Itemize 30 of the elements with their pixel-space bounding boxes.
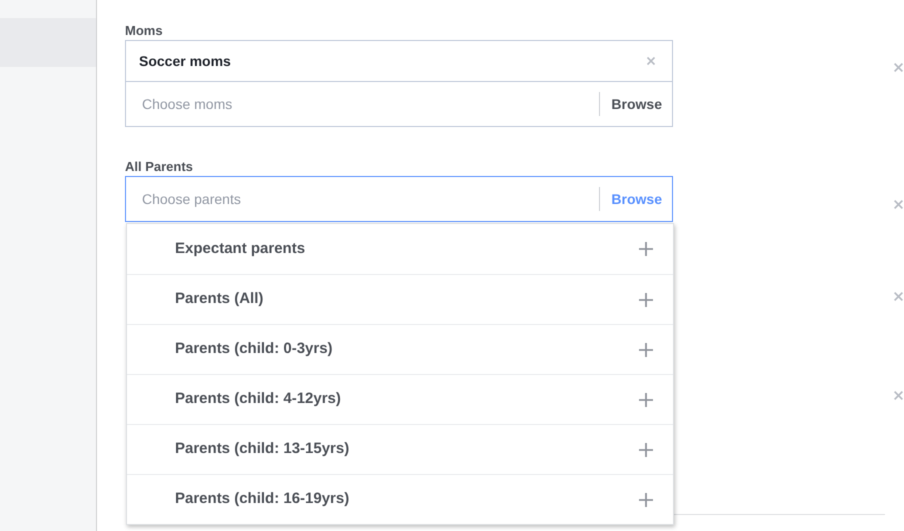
dropdown-item[interactable]: Parents (child: 4-12yrs) [127, 374, 673, 424]
remove-icon[interactable] [893, 291, 904, 302]
item-label: Parents (All) [175, 289, 264, 310]
dropdown-item[interactable]: Expectant parents [127, 224, 673, 274]
remove-icon[interactable] [646, 56, 656, 66]
remove-icon[interactable] [893, 390, 904, 401]
item-label: Parents (child: 16-19yrs) [175, 489, 350, 510]
field-label: Moms [125, 22, 164, 40]
search-input[interactable]: Choose parents [142, 188, 600, 210]
plus-icon[interactable] [638, 442, 654, 458]
plus-icon[interactable] [638, 492, 654, 508]
item-label: Parents (child: 13-15yrs) [175, 439, 350, 460]
search-input[interactable]: Choose moms [142, 94, 600, 114]
item-label: Parents (child: 0-3yrs) [175, 339, 334, 360]
plus-icon[interactable] [638, 392, 654, 408]
plus-icon[interactable] [638, 342, 654, 358]
token-field[interactable]: Soccer moms Choose moms Browse [125, 40, 673, 127]
plus-icon[interactable] [638, 292, 654, 308]
item-label: Parents (child: 4-12yrs) [175, 389, 342, 410]
field-label: All Parents [125, 158, 194, 176]
dropdown-item[interactable]: Parents (child: 0-3yrs) [127, 324, 673, 374]
remove-icon[interactable] [893, 199, 904, 210]
plus-icon[interactable] [638, 241, 654, 257]
browse-link[interactable]: Browse [611, 94, 662, 114]
remove-icon[interactable] [893, 62, 904, 73]
selected-token: Soccer moms [139, 52, 232, 70]
dropdown-item[interactable]: Parents (child: 13-15yrs) [127, 424, 673, 474]
item-label: Expectant parents [175, 238, 306, 259]
dropdown-item[interactable]: Parents (child: 16-19yrs) [127, 474, 673, 524]
dropdown-item[interactable]: Parents (All) [127, 274, 673, 324]
